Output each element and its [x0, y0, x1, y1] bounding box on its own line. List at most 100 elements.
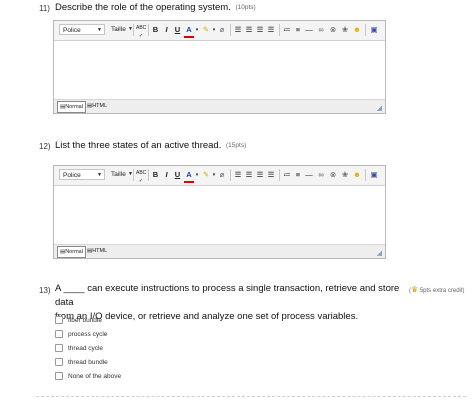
align-left-icon[interactable]: ☰ [233, 169, 243, 181]
font-size-select[interactable]: Taille ▼ [108, 24, 133, 35]
numbered-list-icon[interactable]: ≔ [282, 169, 292, 181]
chevron-down-icon[interactable]: ▾ [195, 169, 199, 181]
image-icon[interactable]: ❀ [340, 24, 350, 36]
answer-option[interactable]: thread bundle [55, 358, 108, 367]
html-mode-button[interactable]: ▤HTML [85, 246, 109, 256]
underline-icon[interactable]: U [173, 24, 182, 36]
normal-mode-label: Normal [65, 104, 83, 110]
align-right-icon[interactable]: ☰ [255, 169, 265, 181]
numbered-list-icon[interactable]: ≔ [282, 24, 292, 36]
toolbar-separator [230, 24, 231, 36]
horizontal-rule-icon[interactable]: — [304, 169, 314, 181]
align-center-icon[interactable]: ☰ [244, 169, 254, 181]
answer-option[interactable]: fiber bundle [55, 316, 102, 325]
highlight-icon[interactable]: ✎ [201, 24, 211, 36]
horizontal-rule-icon[interactable]: — [304, 24, 314, 36]
font-color-icon[interactable]: A [184, 169, 194, 183]
spellcheck-icon[interactable]: ABC ✓ [136, 24, 146, 39]
question-11-editor: Police ▼ Taille ▼ ABC ✓ B I U A ▾ ✎ ▾ ⌀ ☰ ☰… [53, 20, 386, 114]
toolbar-separator [148, 24, 149, 36]
toolbar-separator [133, 24, 134, 36]
extra-credit-note: (♛ 5pts extra credit) [409, 285, 465, 294]
align-right-icon[interactable]: ☰ [255, 24, 265, 36]
option-label: fiber bundle [68, 317, 102, 324]
question-12-points: (15pts) [226, 142, 247, 149]
chevron-down-icon[interactable]: ▾ [212, 169, 216, 181]
question-12-number: 12) [39, 142, 51, 151]
toolbar-separator [365, 24, 366, 36]
italic-icon[interactable]: I [162, 24, 171, 36]
link-icon[interactable]: ∞ [316, 24, 326, 36]
chevron-down-icon[interactable]: ▾ [195, 24, 199, 36]
chevron-down-icon[interactable]: ▾ [212, 24, 216, 36]
emoticon-icon[interactable]: ☻ [352, 169, 362, 181]
answer-option[interactable]: process cycle [55, 330, 107, 339]
highlight-icon[interactable]: ✎ [201, 169, 211, 181]
eraser-icon[interactable]: ⌀ [217, 169, 227, 181]
question-11-number: 11) [39, 4, 50, 13]
image-icon[interactable]: ❀ [340, 169, 350, 181]
extra-credit-label: 5pts extra credit) [419, 288, 465, 294]
resize-grip-icon[interactable]: ◢ [377, 249, 382, 257]
option-label: None of the above [68, 373, 122, 380]
answer-textarea[interactable] [54, 186, 385, 244]
bold-icon[interactable]: B [151, 169, 160, 181]
option-label: thread bundle [68, 359, 108, 366]
option-label: thread cycle [68, 345, 104, 352]
html-mode-label: HTML [92, 248, 108, 254]
align-left-icon[interactable]: ☰ [233, 24, 243, 36]
question-12-editor: Police ▼ Taille ▼ ABC ✓ B I U A ▾ ✎ ▾ ⌀ ☰ ☰… [53, 165, 386, 259]
answer-textarea[interactable] [54, 41, 385, 99]
toolbar-separator [279, 169, 280, 181]
editor-footer: ▤Normal ▤HTML ◢ [54, 244, 385, 258]
editor-toolbar: Police ▼ Taille ▼ ABC ✓ B I U A ▾ ✎ ▾ ⌀ ☰ ☰… [54, 21, 385, 41]
spellcheck-icon[interactable]: ABC ✓ [136, 169, 146, 184]
option-label: process cycle [68, 331, 108, 338]
chevron-down-icon: ▼ [97, 27, 102, 33]
bulleted-list-icon[interactable]: ≡ [293, 24, 303, 36]
question-12-text: List the three states of an active threa… [55, 139, 246, 153]
answer-option[interactable]: thread cycle [55, 344, 103, 353]
media-icon[interactable]: ▣ [368, 169, 380, 181]
unlink-icon[interactable]: ⊗ [328, 24, 338, 36]
editor-footer: ▤Normal ▤HTML ◢ [54, 99, 385, 113]
normal-mode-button[interactable]: ▤Normal [57, 246, 86, 258]
bold-icon[interactable]: B [151, 24, 160, 36]
eraser-icon[interactable]: ⌀ [217, 24, 227, 36]
font-size-value: Taille [111, 26, 126, 33]
question-13-line-1: A ____ can execute instructions to proce… [55, 283, 400, 308]
italic-icon[interactable]: I [162, 169, 171, 181]
font-family-select[interactable]: Police ▼ [59, 24, 105, 35]
font-color-icon[interactable]: A [184, 24, 194, 38]
align-center-icon[interactable]: ☰ [244, 24, 254, 36]
emoticon-icon[interactable]: ☻ [352, 24, 362, 36]
question-11-text: Describe the role of the operating syste… [55, 1, 256, 15]
unlink-icon[interactable]: ⊗ [328, 169, 338, 181]
checkbox[interactable] [55, 330, 63, 339]
checkbox[interactable] [55, 372, 63, 381]
toolbar-separator [230, 169, 231, 181]
html-mode-label: HTML [92, 103, 108, 109]
question-13-line-2: from an I/O device, or retrieve and anal… [55, 311, 359, 322]
font-family-value: Police [63, 172, 81, 179]
resize-grip-icon[interactable]: ◢ [377, 104, 382, 112]
html-mode-button[interactable]: ▤HTML [85, 101, 109, 111]
toolbar-separator [148, 169, 149, 181]
font-size-select[interactable]: Taille ▼ [108, 169, 133, 180]
normal-mode-button[interactable]: ▤Normal [57, 101, 86, 113]
checkbox[interactable] [55, 344, 63, 353]
answer-option[interactable]: None of the above [55, 372, 121, 381]
media-icon[interactable]: ▣ [368, 24, 380, 36]
checkbox[interactable] [55, 316, 63, 325]
question-12-prompt: List the three states of an active threa… [55, 140, 222, 151]
question-divider [36, 396, 466, 397]
checkbox[interactable] [55, 358, 63, 367]
trophy-icon: ♛ [411, 285, 419, 294]
underline-icon[interactable]: U [173, 169, 182, 181]
align-justify-icon[interactable]: ☰ [266, 169, 276, 181]
font-family-select[interactable]: Police ▼ [59, 169, 105, 180]
link-icon[interactable]: ∞ [316, 169, 326, 181]
bulleted-list-icon[interactable]: ≡ [293, 169, 303, 181]
align-justify-icon[interactable]: ☰ [266, 24, 276, 36]
question-11-prompt: Describe the role of the operating syste… [55, 2, 231, 13]
